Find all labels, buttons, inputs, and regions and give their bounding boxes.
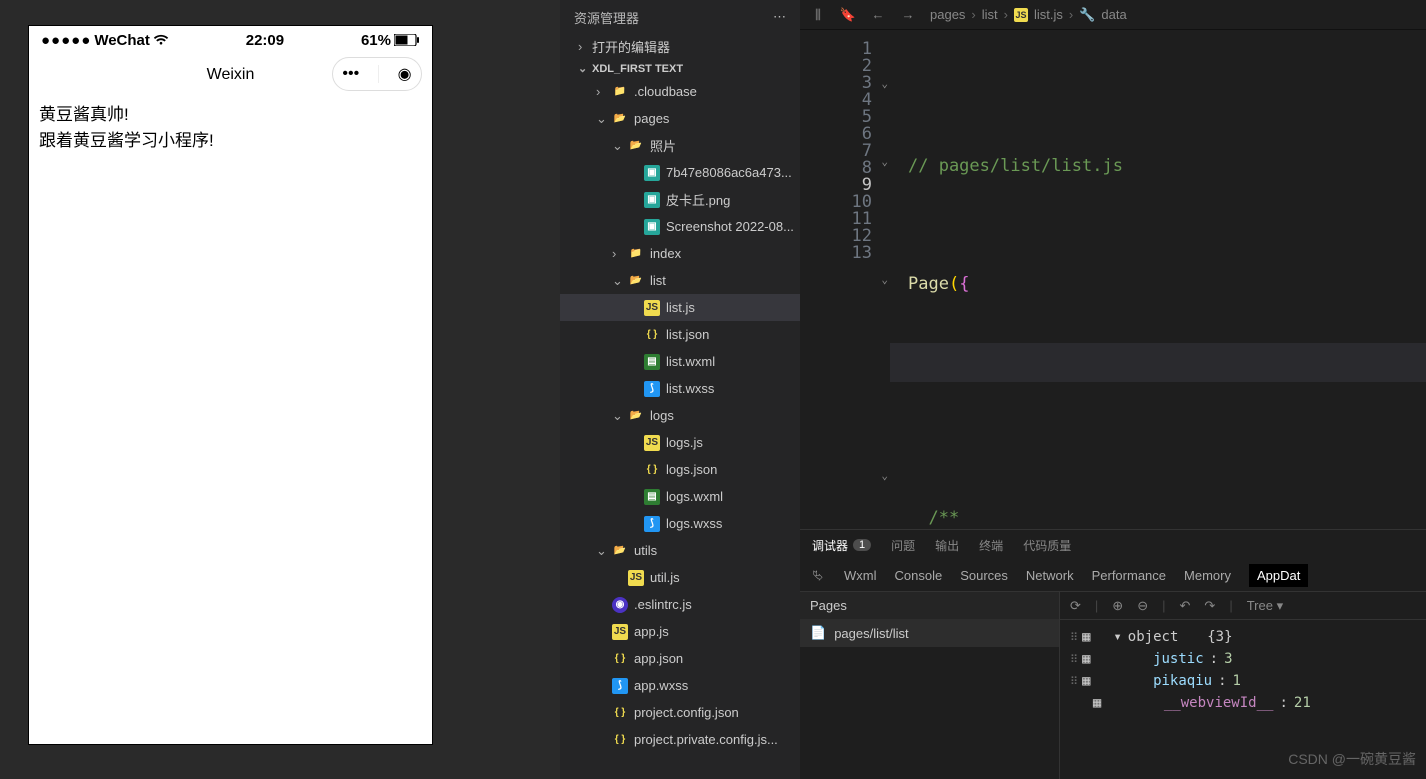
editor-panel: ⫼ 🔖 ← → pages› list› JS list.js› 🔧 data … <box>800 0 1426 779</box>
tree-file[interactable]: ▤logs.wxml <box>560 483 800 510</box>
tree-file[interactable]: ⟆app.wxss <box>560 672 800 699</box>
pages-header: Pages <box>800 592 1059 619</box>
explorer-panel: 资源管理器 ⋯ ›打开的编辑器 ⌄XDL_FIRST TEXT ›📁.cloud… <box>560 0 800 779</box>
split-icon[interactable]: ⫼ <box>810 7 826 23</box>
row-icon: ▦ <box>1093 695 1101 711</box>
tree-file[interactable]: ▤list.wxml <box>560 348 800 375</box>
tab-problems[interactable]: 问题 <box>891 537 915 554</box>
dtab-memory[interactable]: Memory <box>1184 568 1231 583</box>
inspect-icon[interactable]: ⮱ <box>810 568 826 584</box>
tree-file[interactable]: { }logs.json <box>560 456 800 483</box>
divider: | <box>1229 598 1232 613</box>
wifi-icon <box>153 34 169 46</box>
code-editor[interactable]: 1 2⌄ 3 4⌄ 5 6 7⌄ 8 9 10 11 12⌄ 13 // pag… <box>800 30 1426 529</box>
gutter: 1 2⌄ 3 4⌄ 5 6 7⌄ 8 9 10 11 12⌄ 13 <box>800 30 890 529</box>
watermark: CSDN @一碗黄豆酱 <box>1288 749 1416 769</box>
collapse-icon[interactable]: ⊖ <box>1137 598 1148 614</box>
tree-folder[interactable]: ›📁.cloudbase <box>560 78 800 105</box>
page-title: Weixin <box>207 66 255 84</box>
tree-folder[interactable]: ⌄📂pages <box>560 105 800 132</box>
phone-frame: ●●●●● WeChat 22:09 61% Weixin ••• ◉ <box>28 25 433 745</box>
tree-file[interactable]: ▣Screenshot 2022-08... <box>560 213 800 240</box>
forward-icon[interactable]: → <box>900 7 916 23</box>
dtab-wxml[interactable]: Wxml <box>844 568 877 583</box>
dtab-sources[interactable]: Sources <box>960 568 1008 583</box>
tree-file[interactable]: { }app.json <box>560 645 800 672</box>
content-line: 跟着黄豆酱学习小程序! <box>39 128 422 154</box>
row-icon: ▦ <box>1082 651 1090 667</box>
tree-file[interactable]: ▣皮卡丘.png <box>560 186 800 213</box>
row-icon: ▦ <box>1082 673 1090 689</box>
tree-file[interactable]: JSutil.js <box>560 564 800 591</box>
tree-file[interactable]: { }project.private.config.js... <box>560 726 800 753</box>
crumb-item[interactable]: pages <box>930 7 965 22</box>
code-body[interactable]: // pages/list/list.js Page({ /** * 页面的初始… <box>890 30 1426 529</box>
project-section[interactable]: ⌄XDL_FIRST TEXT <box>560 59 800 78</box>
bookmark-icon[interactable]: 🔖 <box>840 7 856 23</box>
simulator-panel: ●●●●● WeChat 22:09 61% Weixin ••• ◉ <box>0 0 560 779</box>
crumb-item[interactable]: data <box>1101 7 1126 22</box>
dtab-network[interactable]: Network <box>1026 568 1074 583</box>
tab-terminal[interactable]: 终端 <box>979 537 1003 554</box>
file-tree: ›📁.cloudbase ⌄📂pages ⌄📂照片 ▣7b47e8086ac6a… <box>560 78 800 779</box>
file-icon: 📄 <box>810 625 826 641</box>
tree-folder[interactable]: ⌄📂logs <box>560 402 800 429</box>
tree-folder[interactable]: ›📁index <box>560 240 800 267</box>
nav-bar: Weixin ••• ◉ <box>29 54 432 96</box>
tree-mode[interactable]: Tree ▾ <box>1247 598 1283 614</box>
back-icon[interactable]: ← <box>870 7 886 23</box>
divider: | <box>1095 598 1098 613</box>
carrier-label: WeChat <box>94 32 150 49</box>
tree-folder[interactable]: ⌄📂utils <box>560 537 800 564</box>
crumb-item[interactable]: list <box>982 7 998 22</box>
tree-folder[interactable]: ⌄📂list <box>560 267 800 294</box>
expand-icon[interactable]: ⊕ <box>1112 598 1123 614</box>
tree-file-active[interactable]: JSlist.js <box>560 294 800 321</box>
tree-file[interactable]: ⟆logs.wxss <box>560 510 800 537</box>
tree-file[interactable]: JSapp.js <box>560 618 800 645</box>
clock-label: 22:09 <box>246 32 284 49</box>
dtab-console[interactable]: Console <box>895 568 943 583</box>
tree-file[interactable]: ◉.eslintrc.js <box>560 591 800 618</box>
redo-icon[interactable]: ↷ <box>1204 598 1215 614</box>
refresh-icon[interactable]: ⟳ <box>1070 598 1081 614</box>
devtools-tabs: ⮱ Wxml Console Sources Network Performan… <box>800 560 1426 592</box>
breadcrumb[interactable]: pages› list› JS list.js› 🔧 data <box>930 7 1127 23</box>
battery-icon <box>394 34 420 46</box>
open-editors-section[interactable]: ›打开的编辑器 <box>560 34 800 59</box>
row-icon: ▦ <box>1082 629 1090 645</box>
more-icon[interactable]: ⋯ <box>773 9 786 25</box>
target-icon[interactable]: ◉ <box>398 64 412 84</box>
tree-file[interactable]: { }project.config.json <box>560 699 800 726</box>
dtab-appdata[interactable]: AppDat <box>1249 564 1308 587</box>
wrench-icon: 🔧 <box>1079 7 1095 23</box>
tab-debugger[interactable]: 调试器 1 <box>812 537 871 554</box>
dtab-performance[interactable]: Performance <box>1092 568 1166 583</box>
page-row[interactable]: 📄 pages/list/list <box>800 619 1059 647</box>
bottom-panel: 调试器 1 问题 输出 终端 代码质量 ⮱ Wxml Console Sourc… <box>800 529 1426 779</box>
crumb-item[interactable]: list.js <box>1034 7 1063 22</box>
battery-percent: 61% <box>361 32 391 49</box>
tree-folder[interactable]: ⌄📂照片 <box>560 132 800 159</box>
more-icon[interactable]: ••• <box>342 65 359 83</box>
tab-quality[interactable]: 代码质量 <box>1023 537 1071 554</box>
undo-icon[interactable]: ↶ <box>1180 598 1191 614</box>
signal-dots-icon: ●●●●● <box>41 32 91 49</box>
capsule-menu[interactable]: ••• ◉ <box>332 57 422 91</box>
content-line: 黄豆酱真帅! <box>39 102 422 128</box>
tree-file[interactable]: ⟆list.wxss <box>560 375 800 402</box>
status-bar: ●●●●● WeChat 22:09 61% <box>29 26 432 54</box>
editor-topbar: ⫼ 🔖 ← → pages› list› JS list.js› 🔧 data <box>800 0 1426 30</box>
pages-column: Pages 📄 pages/list/list <box>800 592 1060 779</box>
tab-output[interactable]: 输出 <box>935 537 959 554</box>
tree-file[interactable]: JSlogs.js <box>560 429 800 456</box>
tree-file[interactable]: ▣7b47e8086ac6a473... <box>560 159 800 186</box>
tree-file[interactable]: { }list.json <box>560 321 800 348</box>
page-content: 黄豆酱真帅! 跟着黄豆酱学习小程序! <box>29 96 432 744</box>
explorer-title: 资源管理器 <box>574 8 639 27</box>
panel-tabs: 调试器 1 问题 输出 终端 代码质量 <box>800 530 1426 560</box>
divider: | <box>1162 598 1165 613</box>
appdata-toolbar: ⟳ | ⊕ ⊖ | ↶ ↷ | Tree ▾ <box>1060 592 1426 620</box>
explorer-header: 资源管理器 ⋯ <box>560 0 800 34</box>
